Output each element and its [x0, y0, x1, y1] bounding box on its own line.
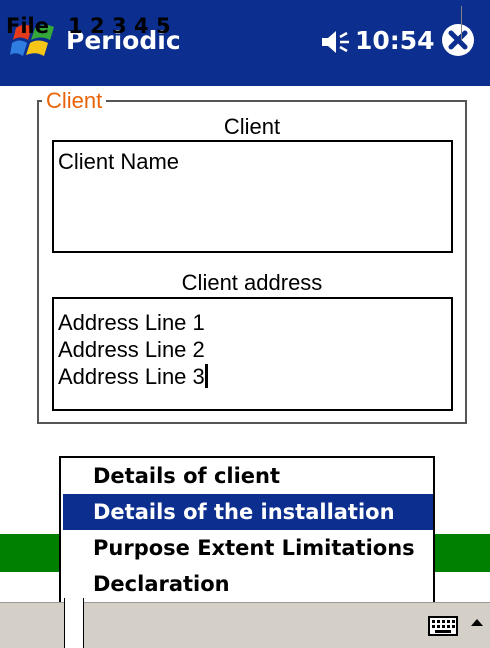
clock[interactable]: 10:54 [355, 26, 435, 55]
client-name-textbox[interactable]: Client Name [52, 140, 453, 253]
client-group-legend: Client [42, 88, 107, 114]
client-caption: Client [223, 114, 281, 139]
tab-4[interactable]: 4 [134, 0, 149, 46]
tab-5[interactable]: 5 [156, 0, 171, 46]
page-popup-menu: Details of client Details of the install… [59, 456, 435, 606]
close-icon[interactable] [440, 22, 476, 58]
client-address-text: Address Line 1 Address Line 2 Address Li… [58, 310, 205, 389]
file-menu[interactable]: File [6, 0, 49, 46]
active-tab-highlight [64, 598, 84, 648]
menubar-separator [461, 6, 462, 40]
tab-3[interactable]: 3 [112, 0, 127, 46]
tab-1[interactable]: 1 [68, 0, 83, 46]
input-panel-arrow-icon[interactable] [466, 608, 488, 638]
text-caret [204, 364, 208, 388]
client-address-textbox[interactable]: Address Line 1 Address Line 2 Address Li… [52, 297, 453, 411]
menu-item-details-of-client[interactable]: Details of client [63, 458, 433, 494]
tab-2[interactable]: 2 [90, 0, 105, 46]
menu-item-purpose-extent-limitations[interactable]: Purpose Extent Limitations [63, 530, 433, 566]
volume-icon[interactable] [320, 28, 352, 56]
client-address-caption: Client address [181, 270, 323, 295]
menu-item-declaration[interactable]: Declaration [63, 566, 433, 602]
keyboard-icon[interactable] [428, 616, 458, 636]
menu-item-details-of-installation[interactable]: Details of the installation [63, 494, 433, 530]
